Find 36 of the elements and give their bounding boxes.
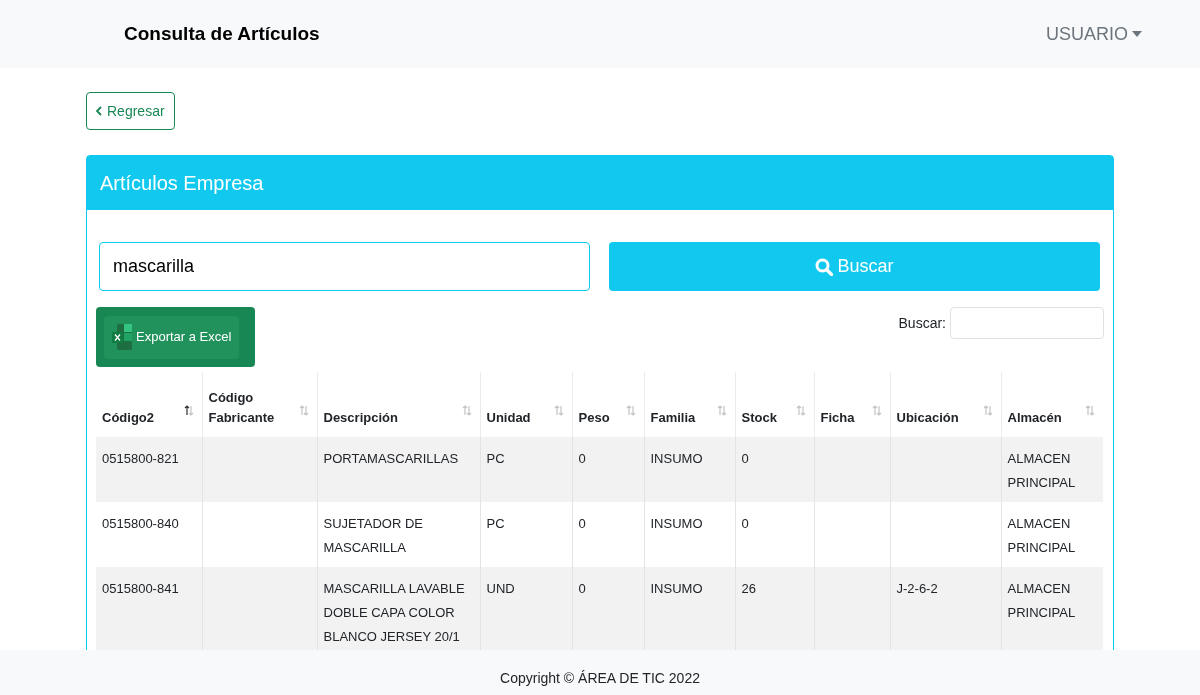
table-cell: PC — [480, 502, 572, 567]
search-field[interactable]: mascarilla — [99, 242, 590, 291]
card-title: Artículos Empresa — [100, 171, 264, 196]
table-cell: 0515800-840 — [96, 502, 202, 567]
table-cell: UND — [480, 567, 572, 650]
table-cell: MASCARILLA LAVABLE DOBLE CAPA COLOR BLANCO JERSEY 20/1 — [317, 567, 480, 650]
table-cell: SUJETADOR DE MASCARILLA — [317, 502, 480, 567]
table-cell: INSUMO — [644, 502, 735, 567]
table-cell: 0515800-821 — [96, 437, 202, 502]
table-cell: INSUMO — [644, 437, 735, 502]
export-button[interactable]: Exportar a Excel — [96, 307, 255, 367]
table-cell: ALMACEN PRINCIPAL — [1001, 437, 1103, 502]
search-icon — [815, 257, 834, 276]
column-header[interactable]: Código2 — [96, 372, 202, 437]
table-cell: 0 — [572, 567, 644, 650]
app-title: Consulta de Artículos — [124, 21, 320, 46]
chevron-left-icon — [96, 106, 102, 116]
spreadsheet-icon — [112, 323, 132, 351]
table-cell: PC — [480, 437, 572, 502]
user-menu[interactable]: USUARIO — [1046, 20, 1142, 48]
table-cell: 0 — [735, 502, 814, 567]
filter-label: Buscar: — [898, 313, 946, 333]
filter-field[interactable] — [950, 307, 1104, 339]
table-cell: ALMACEN PRINCIPAL — [1001, 567, 1103, 650]
table-cell: J-2-6-2 — [890, 567, 1001, 650]
table-cell: INSUMO — [644, 567, 735, 650]
back-button[interactable]: Regresar — [86, 92, 175, 130]
table-cell: 26 — [735, 567, 814, 650]
table-cell: 0 — [572, 502, 644, 567]
table-cell: ALMACEN PRINCIPAL — [1001, 502, 1103, 567]
table-cell: 0 — [572, 437, 644, 502]
table-cell: PORTAMASCARILLAS — [317, 437, 480, 502]
table-cell: 0 — [735, 437, 814, 502]
copyright-text: Copyright © ÁREA DE TIC 2022 — [500, 669, 700, 688]
table-cell: 0515800-841 — [96, 567, 202, 650]
caret-icon — [1132, 31, 1142, 37]
